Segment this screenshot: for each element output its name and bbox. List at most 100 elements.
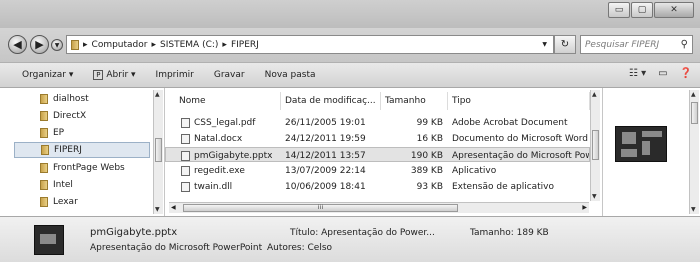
scroll-down-icon[interactable]: ▼ xyxy=(691,206,696,213)
scroll-up-icon[interactable]: ▲ xyxy=(691,91,696,98)
search-input[interactable]: Pesquisar FIPERJ ⚲ xyxy=(580,35,693,54)
nav-item-dialhost[interactable]: dialhost xyxy=(40,91,89,107)
pdf-file-icon xyxy=(181,117,190,128)
chevron-down-icon: ▼ xyxy=(54,41,60,49)
chip-shape xyxy=(642,141,650,155)
scroll-right-icon[interactable]: ▶ xyxy=(582,204,587,211)
open-menu[interactable]: P Abrir ▾ xyxy=(93,70,136,80)
folder-icon xyxy=(40,94,48,104)
scroll-down-icon[interactable]: ▼ xyxy=(592,193,597,200)
forward-button[interactable]: ▶ xyxy=(30,35,49,54)
chevron-down-icon[interactable]: ▼ xyxy=(542,41,547,48)
nav-item-intel[interactable]: Intel xyxy=(40,177,73,193)
nav-scrollbar[interactable]: ▲ ▼ xyxy=(153,90,163,214)
open-menu-label: Abrir ▾ xyxy=(106,70,136,80)
file-row[interactable]: regedit.exe 13/07/2009 22:14 389 KB Apli… xyxy=(165,163,590,178)
view-options-icon[interactable]: ☷ ▾ xyxy=(629,68,646,79)
file-list-scroll-thumb[interactable] xyxy=(592,130,599,160)
maximize-button[interactable]: ▢ xyxy=(631,2,653,18)
close-button[interactable]: ✕ xyxy=(654,2,694,18)
refresh-button[interactable]: ↻ xyxy=(554,35,576,54)
organize-menu[interactable]: Organizar ▾ xyxy=(22,70,73,80)
file-name: regedit.exe xyxy=(194,165,245,176)
chip-shape xyxy=(40,234,56,244)
file-type: Extensão de aplicativo xyxy=(452,181,555,192)
command-bar: Organizar ▾ P Abrir ▾ Imprimir Gravar No… xyxy=(0,62,700,88)
preview-scroll-thumb[interactable] xyxy=(691,102,698,124)
preview-pane-icon[interactable]: ▭ xyxy=(658,68,667,79)
file-row[interactable]: Natal.docx 24/12/2011 19:59 16 KB Docume… xyxy=(165,131,590,146)
horizontal-scrollbar[interactable]: ◀ ⁞⁞⁞ ▶ xyxy=(169,202,589,213)
navigation-pane: dialhost DirectX EP FIPERJ FrontPage Web… xyxy=(0,88,165,216)
address-row: ◀ ▶ ▼ ▸ Computador ▸ SISTEMA (C:) ▸ FIPE… xyxy=(0,28,700,62)
column-header-date[interactable]: Data de modificaç... xyxy=(281,92,381,110)
folder-icon xyxy=(40,128,48,138)
breadcrumb-folder[interactable]: FIPERJ xyxy=(231,40,259,50)
file-size: 190 KB xyxy=(410,150,443,161)
back-button[interactable]: ◀ xyxy=(8,35,27,54)
file-row[interactable]: twain.dll 10/06/2009 18:41 93 KB Extensã… xyxy=(165,179,590,194)
nav-item-frontpage-webs[interactable]: FrontPage Webs xyxy=(40,160,125,176)
details-filetype: Apresentação do Microsoft PowerPoint xyxy=(90,243,263,253)
burn-button[interactable]: Gravar xyxy=(214,70,245,80)
folder-icon xyxy=(40,197,48,207)
motherboard-preview-image xyxy=(615,126,667,162)
file-name: Natal.docx xyxy=(194,133,243,144)
help-icon[interactable]: ❓ xyxy=(680,68,692,79)
nav-item-directx[interactable]: DirectX xyxy=(40,108,86,124)
nav-item-fiperj[interactable]: FIPERJ xyxy=(14,142,150,158)
file-list: Nome Data de modificaç... Tamanho Tipo C… xyxy=(165,88,602,216)
new-folder-button[interactable]: Nova pasta xyxy=(265,70,316,80)
file-list-scrollbar[interactable]: ▲ ▼ xyxy=(590,90,600,201)
file-size: 93 KB xyxy=(416,181,443,192)
forward-arrow-icon: ▶ xyxy=(35,38,44,51)
search-icon[interactable]: ⚲ xyxy=(681,39,688,50)
column-header-size[interactable]: Tamanho xyxy=(381,92,448,110)
nav-item-label: Intel xyxy=(53,180,73,190)
nav-scroll-thumb[interactable] xyxy=(155,138,162,162)
file-date: 24/12/2011 19:59 xyxy=(285,133,366,144)
print-button[interactable]: Imprimir xyxy=(156,70,194,80)
scroll-left-icon[interactable]: ◀ xyxy=(171,204,176,211)
refresh-icon: ↻ xyxy=(560,39,570,50)
chip-shape xyxy=(621,149,637,157)
folder-icon xyxy=(71,39,79,50)
file-type: Apresentação do Microsoft PowerPoint xyxy=(452,150,589,161)
nav-item-label: DirectX xyxy=(53,111,87,121)
back-arrow-icon: ◀ xyxy=(13,38,22,51)
scroll-up-icon[interactable]: ▲ xyxy=(592,91,597,98)
title-bar: ▭ ▢ ✕ xyxy=(0,0,700,28)
nav-item-label: Lexar xyxy=(53,197,78,207)
scroll-grip-icon: ⁞⁞⁞ xyxy=(317,204,324,211)
column-header-name[interactable]: Nome xyxy=(175,92,281,110)
dll-file-icon xyxy=(181,181,190,192)
breadcrumb-separator-icon: ▸ xyxy=(83,39,88,50)
file-row[interactable]: CSS_legal.pdf 26/11/2005 19:01 99 KB Ado… xyxy=(165,115,590,130)
recent-pages-button[interactable]: ▼ xyxy=(51,39,63,51)
breadcrumb-drive[interactable]: SISTEMA (C:) xyxy=(160,40,218,50)
column-header-type[interactable]: Tipo xyxy=(448,92,590,110)
breadcrumb-separator-icon: ▸ xyxy=(222,39,227,50)
file-type: Aplicativo xyxy=(452,165,497,176)
scroll-down-icon[interactable]: ▼ xyxy=(155,206,160,213)
file-row-selected[interactable]: pmGigabyte.pptx 14/12/2011 13:57 190 KB … xyxy=(165,147,590,162)
word-file-icon xyxy=(181,133,190,144)
nav-item-label: dialhost xyxy=(53,94,89,104)
nav-item-ep[interactable]: EP xyxy=(40,125,64,141)
file-name: twain.dll xyxy=(194,181,233,192)
minimize-button[interactable]: ▭ xyxy=(608,2,630,18)
window-controls: ▭ ▢ ✕ xyxy=(608,2,694,18)
file-size: 16 KB xyxy=(416,133,443,144)
file-thumbnail-image xyxy=(34,225,64,255)
file-date: 10/06/2009 18:41 xyxy=(285,181,366,192)
details-filename: pmGigabyte.pptx xyxy=(90,227,178,238)
scroll-up-icon[interactable]: ▲ xyxy=(155,91,160,98)
search-placeholder: Pesquisar FIPERJ xyxy=(585,39,660,50)
nav-item-lexar[interactable]: Lexar xyxy=(40,194,78,210)
preview-scrollbar[interactable]: ▲ ▼ xyxy=(689,90,699,214)
breadcrumb-computador[interactable]: Computador xyxy=(92,40,148,50)
nav-item-label: EP xyxy=(53,128,65,138)
details-size: Tamanho: 189 KB xyxy=(470,228,549,238)
address-bar[interactable]: ▸ Computador ▸ SISTEMA (C:) ▸ FIPERJ ▼ xyxy=(66,35,554,54)
horizontal-scroll-thumb[interactable]: ⁞⁞⁞ xyxy=(183,204,458,212)
